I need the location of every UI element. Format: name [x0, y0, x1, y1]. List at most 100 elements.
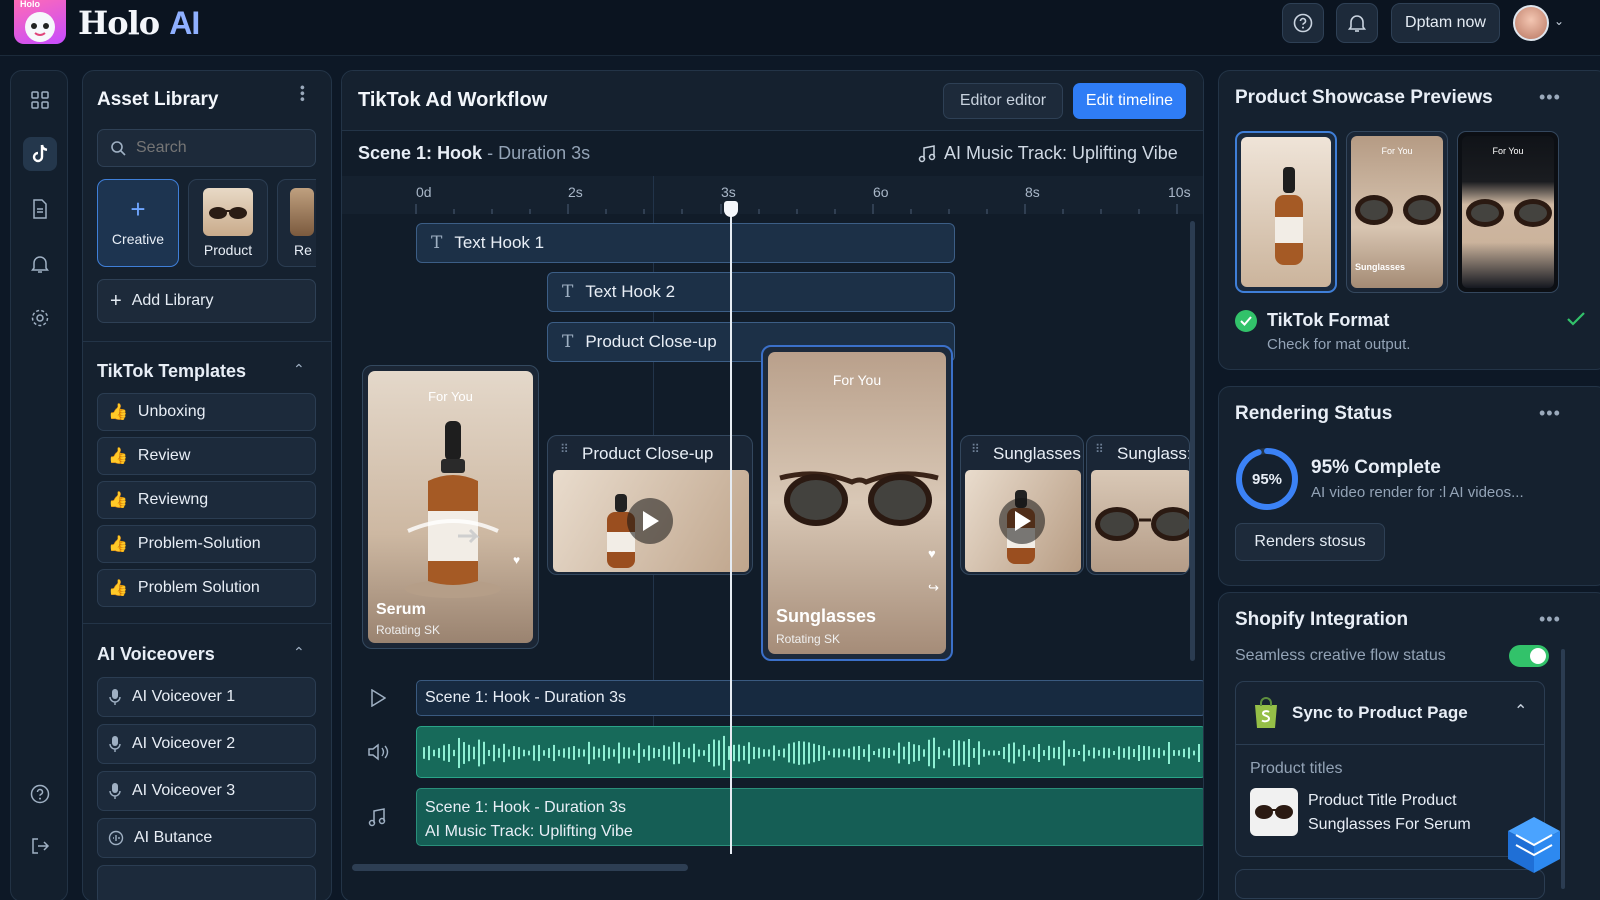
- asset-tile-product[interactable]: Product: [188, 179, 268, 267]
- left-rail: [10, 70, 68, 900]
- sunglasses-thumbnail: For You Sunglasses: [1351, 136, 1443, 288]
- search-input[interactable]: [136, 139, 306, 157]
- notifications-button[interactable]: [1336, 3, 1378, 43]
- more-horizontal-icon[interactable]: •••: [1539, 609, 1561, 630]
- play-icon[interactable]: [627, 498, 673, 544]
- waveform-bar: [978, 741, 980, 765]
- gear-icon[interactable]: [23, 301, 57, 335]
- music-note-icon: [918, 144, 936, 162]
- template-item[interactable]: 👍 Problem-Solution: [97, 525, 316, 563]
- chevron-up-icon[interactable]: ⌃: [293, 644, 305, 661]
- template-item[interactable]: 👍 Problem Solution: [97, 569, 316, 607]
- waveform-bar: [678, 742, 680, 764]
- checkmark-icon: [1566, 311, 1586, 327]
- renders-status-button[interactable]: Renders stosus: [1235, 523, 1385, 561]
- voiceover-item[interactable]: AI Voiceover 1: [97, 677, 316, 717]
- templates-title[interactable]: TikTok Templates: [97, 361, 246, 382]
- clip-label: Product Close-up: [585, 332, 717, 351]
- more-horizontal-icon[interactable]: •••: [1539, 87, 1561, 108]
- text-hook-clip[interactable]: T Text Hook 1: [416, 223, 955, 263]
- preview-thumb-sunglasses[interactable]: For You Sunglasses: [1346, 131, 1448, 293]
- serum-preview-card[interactable]: For You Serum Rotating SK ♥: [362, 365, 539, 649]
- help-button[interactable]: [1282, 3, 1324, 43]
- text-hook-clip[interactable]: T Text Hook 2: [547, 272, 955, 312]
- more-horizontal-icon[interactable]: •••: [1539, 403, 1561, 424]
- tiktok-icon[interactable]: [23, 137, 57, 171]
- chevron-down-icon[interactable]: ⌄: [1554, 14, 1564, 28]
- music-note-icon[interactable]: [368, 807, 386, 827]
- template-label: Problem Solution: [137, 579, 260, 596]
- waveform-bar: [1093, 747, 1095, 759]
- sunglasses-clip[interactable]: ⠿ Sunglasses: [960, 435, 1084, 575]
- waveform-bar: [833, 748, 835, 758]
- floating-cube-icon[interactable]: [1502, 813, 1566, 877]
- waveform-bar: [498, 748, 500, 758]
- asset-tile-more[interactable]: Re: [277, 179, 316, 267]
- editor-button[interactable]: Editor editor: [943, 83, 1063, 119]
- vertical-scrollbar[interactable]: [1190, 221, 1195, 661]
- volume-icon[interactable]: [367, 743, 389, 761]
- audio-waveform-track[interactable]: [416, 726, 1203, 778]
- waveform-bar: [903, 746, 905, 760]
- preview-thumb-serum[interactable]: [1235, 131, 1337, 293]
- text-type-icon: T: [562, 282, 574, 302]
- waveform-bar: [513, 746, 515, 760]
- bell-icon[interactable]: [23, 247, 57, 281]
- waveform-bar: [933, 737, 935, 769]
- sunglasses-clip[interactable]: ⠿ Sunglass:: [1086, 435, 1190, 575]
- voiceover-item[interactable]: AI Voiceover 3: [97, 771, 316, 811]
- waveform-bar: [508, 749, 510, 757]
- file-icon[interactable]: [23, 192, 57, 226]
- sunglasses-icon: [779, 471, 939, 526]
- template-item[interactable]: 👍 Unboxing: [97, 393, 316, 431]
- playhead-handle[interactable]: [724, 201, 738, 217]
- edit-timeline-button[interactable]: Edit timeline: [1073, 83, 1186, 119]
- help-icon[interactable]: [23, 777, 57, 811]
- sunglasses-card-sub: Rotating SK: [776, 632, 841, 646]
- drag-handle-icon[interactable]: ⠿: [560, 442, 570, 456]
- workflow-panel: TikTok Ad Workflow Editor editor Edit ti…: [341, 70, 1204, 900]
- template-item[interactable]: 👍 Reviewng: [97, 481, 316, 519]
- voiceover-item[interactable]: AI Butance: [97, 818, 316, 858]
- avatar[interactable]: [1513, 5, 1549, 41]
- waveform-bar: [863, 749, 865, 757]
- chevron-up-icon[interactable]: ⌃: [1514, 701, 1527, 721]
- voiceover-item[interactable]: AI Voiceover 2: [97, 724, 316, 764]
- more-vertical-icon[interactable]: •••: [295, 85, 311, 103]
- for-you-tag: For You: [832, 372, 882, 388]
- voiceover-item-partial[interactable]: [97, 865, 316, 900]
- clip-label: Text Hook 1: [454, 233, 545, 252]
- dark-thumbnail: For You: [1462, 136, 1554, 288]
- drag-handle-icon[interactable]: ⠿: [1095, 442, 1104, 456]
- logout-icon[interactable]: [23, 829, 57, 863]
- waveform-bar: [638, 743, 640, 763]
- waveform-bar: [1008, 743, 1010, 763]
- play-icon[interactable]: [999, 498, 1045, 544]
- flow-toggle[interactable]: [1509, 645, 1549, 667]
- search-box[interactable]: [97, 129, 316, 167]
- waveform-bar: [583, 749, 585, 757]
- add-library-button[interactable]: + Add Library: [97, 279, 316, 323]
- scene-track[interactable]: Scene 1: Hook - Duration 3s: [416, 680, 1203, 716]
- music-track-label: AI Music Track: Uplifting Vibe: [918, 143, 1178, 164]
- sync-label[interactable]: Sync to Product Page: [1292, 703, 1468, 723]
- sunglasses-preview-card[interactable]: For You ♥ ↪ Sunglasses Rotating SK: [761, 345, 953, 661]
- template-item[interactable]: 👍 Review: [97, 437, 316, 475]
- asset-tile-label: Re: [294, 242, 312, 258]
- waveform-bar: [663, 745, 665, 761]
- horizontal-scrollbar[interactable]: [352, 864, 688, 871]
- preview-thumb-dark[interactable]: For You: [1457, 131, 1559, 293]
- waveform-bar: [703, 750, 705, 756]
- product-closeup-clip[interactable]: ⠿ Product Close-up: [547, 435, 753, 575]
- play-track-icon[interactable]: [370, 689, 386, 707]
- voiceovers-title[interactable]: AI Voiceovers: [97, 644, 215, 665]
- success-check-icon: [1235, 310, 1257, 332]
- chevron-up-icon[interactable]: ⌃: [293, 361, 305, 378]
- playhead[interactable]: [730, 202, 732, 854]
- cta-button[interactable]: Dptam now: [1391, 3, 1500, 43]
- drag-handle-icon[interactable]: ⠿: [971, 442, 980, 456]
- music-track[interactable]: Scene 1: Hook - Duration 3s AI Music Tra…: [416, 788, 1203, 846]
- asset-library-title: Asset Library: [97, 89, 219, 110]
- grid-icon[interactable]: [23, 83, 57, 117]
- asset-tile-creative[interactable]: + Creative: [97, 179, 179, 267]
